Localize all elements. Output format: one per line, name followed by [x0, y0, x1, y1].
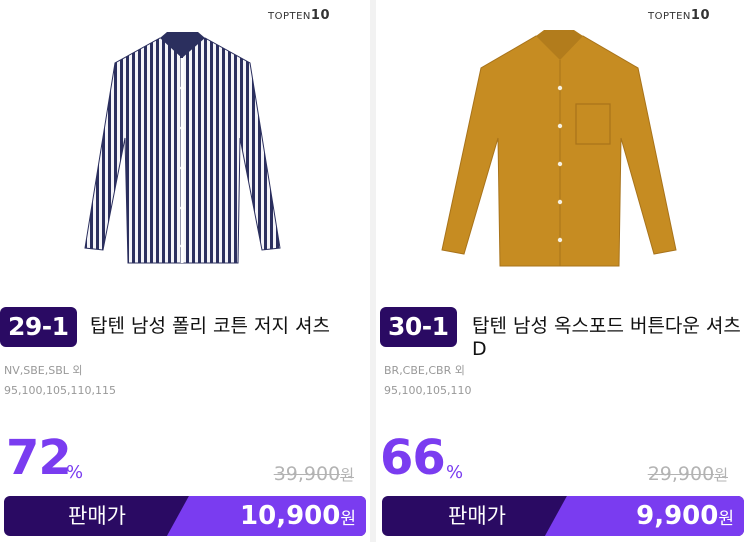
size-options: 95,100,105,110,115	[4, 384, 116, 397]
sale-price-value: 10,900	[240, 501, 341, 531]
rank-badge: 29-1	[0, 307, 77, 347]
sale-price-label: 판매가	[448, 504, 506, 528]
discount-rate: 66	[380, 430, 446, 486]
original-price: 39,900원	[274, 463, 354, 485]
sale-price-unit: 원	[340, 509, 356, 529]
color-options: NV,SBE,SBL 외	[4, 364, 83, 377]
original-price-unit: 원	[340, 466, 354, 484]
sale-price-value: 9,900	[636, 501, 719, 531]
mustard-shirt-image	[441, 30, 677, 267]
sale-price: 9,900원	[636, 496, 734, 536]
original-price-value: 29,900	[647, 463, 715, 485]
rank-badge: 30-1	[380, 307, 457, 347]
original-price: 29,900원	[648, 463, 728, 485]
striped-shirt-image	[84, 32, 281, 264]
original-price-value: 39,900	[273, 463, 341, 485]
product-card-1[interactable]: TOPTEN10 29-1 탑텐 남성 폴리 코튼 저지 셔츠 NV,SBE,S…	[0, 0, 370, 542]
discount-percent-sign: %	[446, 462, 464, 483]
sale-price-unit: 원	[718, 509, 734, 529]
size-options: 95,100,105,110	[384, 384, 472, 397]
product-image[interactable]	[0, 18, 370, 280]
sale-price-bar[interactable]: 판매가 10,900원	[4, 496, 366, 536]
product-title[interactable]: 탑텐 남성 폴리 코튼 저지 셔츠	[90, 315, 360, 338]
original-price-unit: 원	[714, 466, 728, 484]
product-card-2[interactable]: TOPTEN10 30-1 탑텐 남성 옥스포드 버튼다운 셔츠 D BR,CB…	[376, 0, 746, 542]
product-title[interactable]: 탑텐 남성 옥스포드 버튼다운 셔츠 D	[472, 315, 742, 361]
sale-price-label: 판매가	[68, 504, 126, 528]
sale-price: 10,900원	[240, 496, 356, 536]
sale-price-bar[interactable]: 판매가 9,900원	[382, 496, 744, 536]
discount-rate: 72	[6, 430, 72, 486]
discount-percent-sign: %	[66, 462, 84, 483]
product-image[interactable]	[376, 18, 746, 280]
color-options: BR,CBE,CBR 외	[384, 364, 465, 377]
